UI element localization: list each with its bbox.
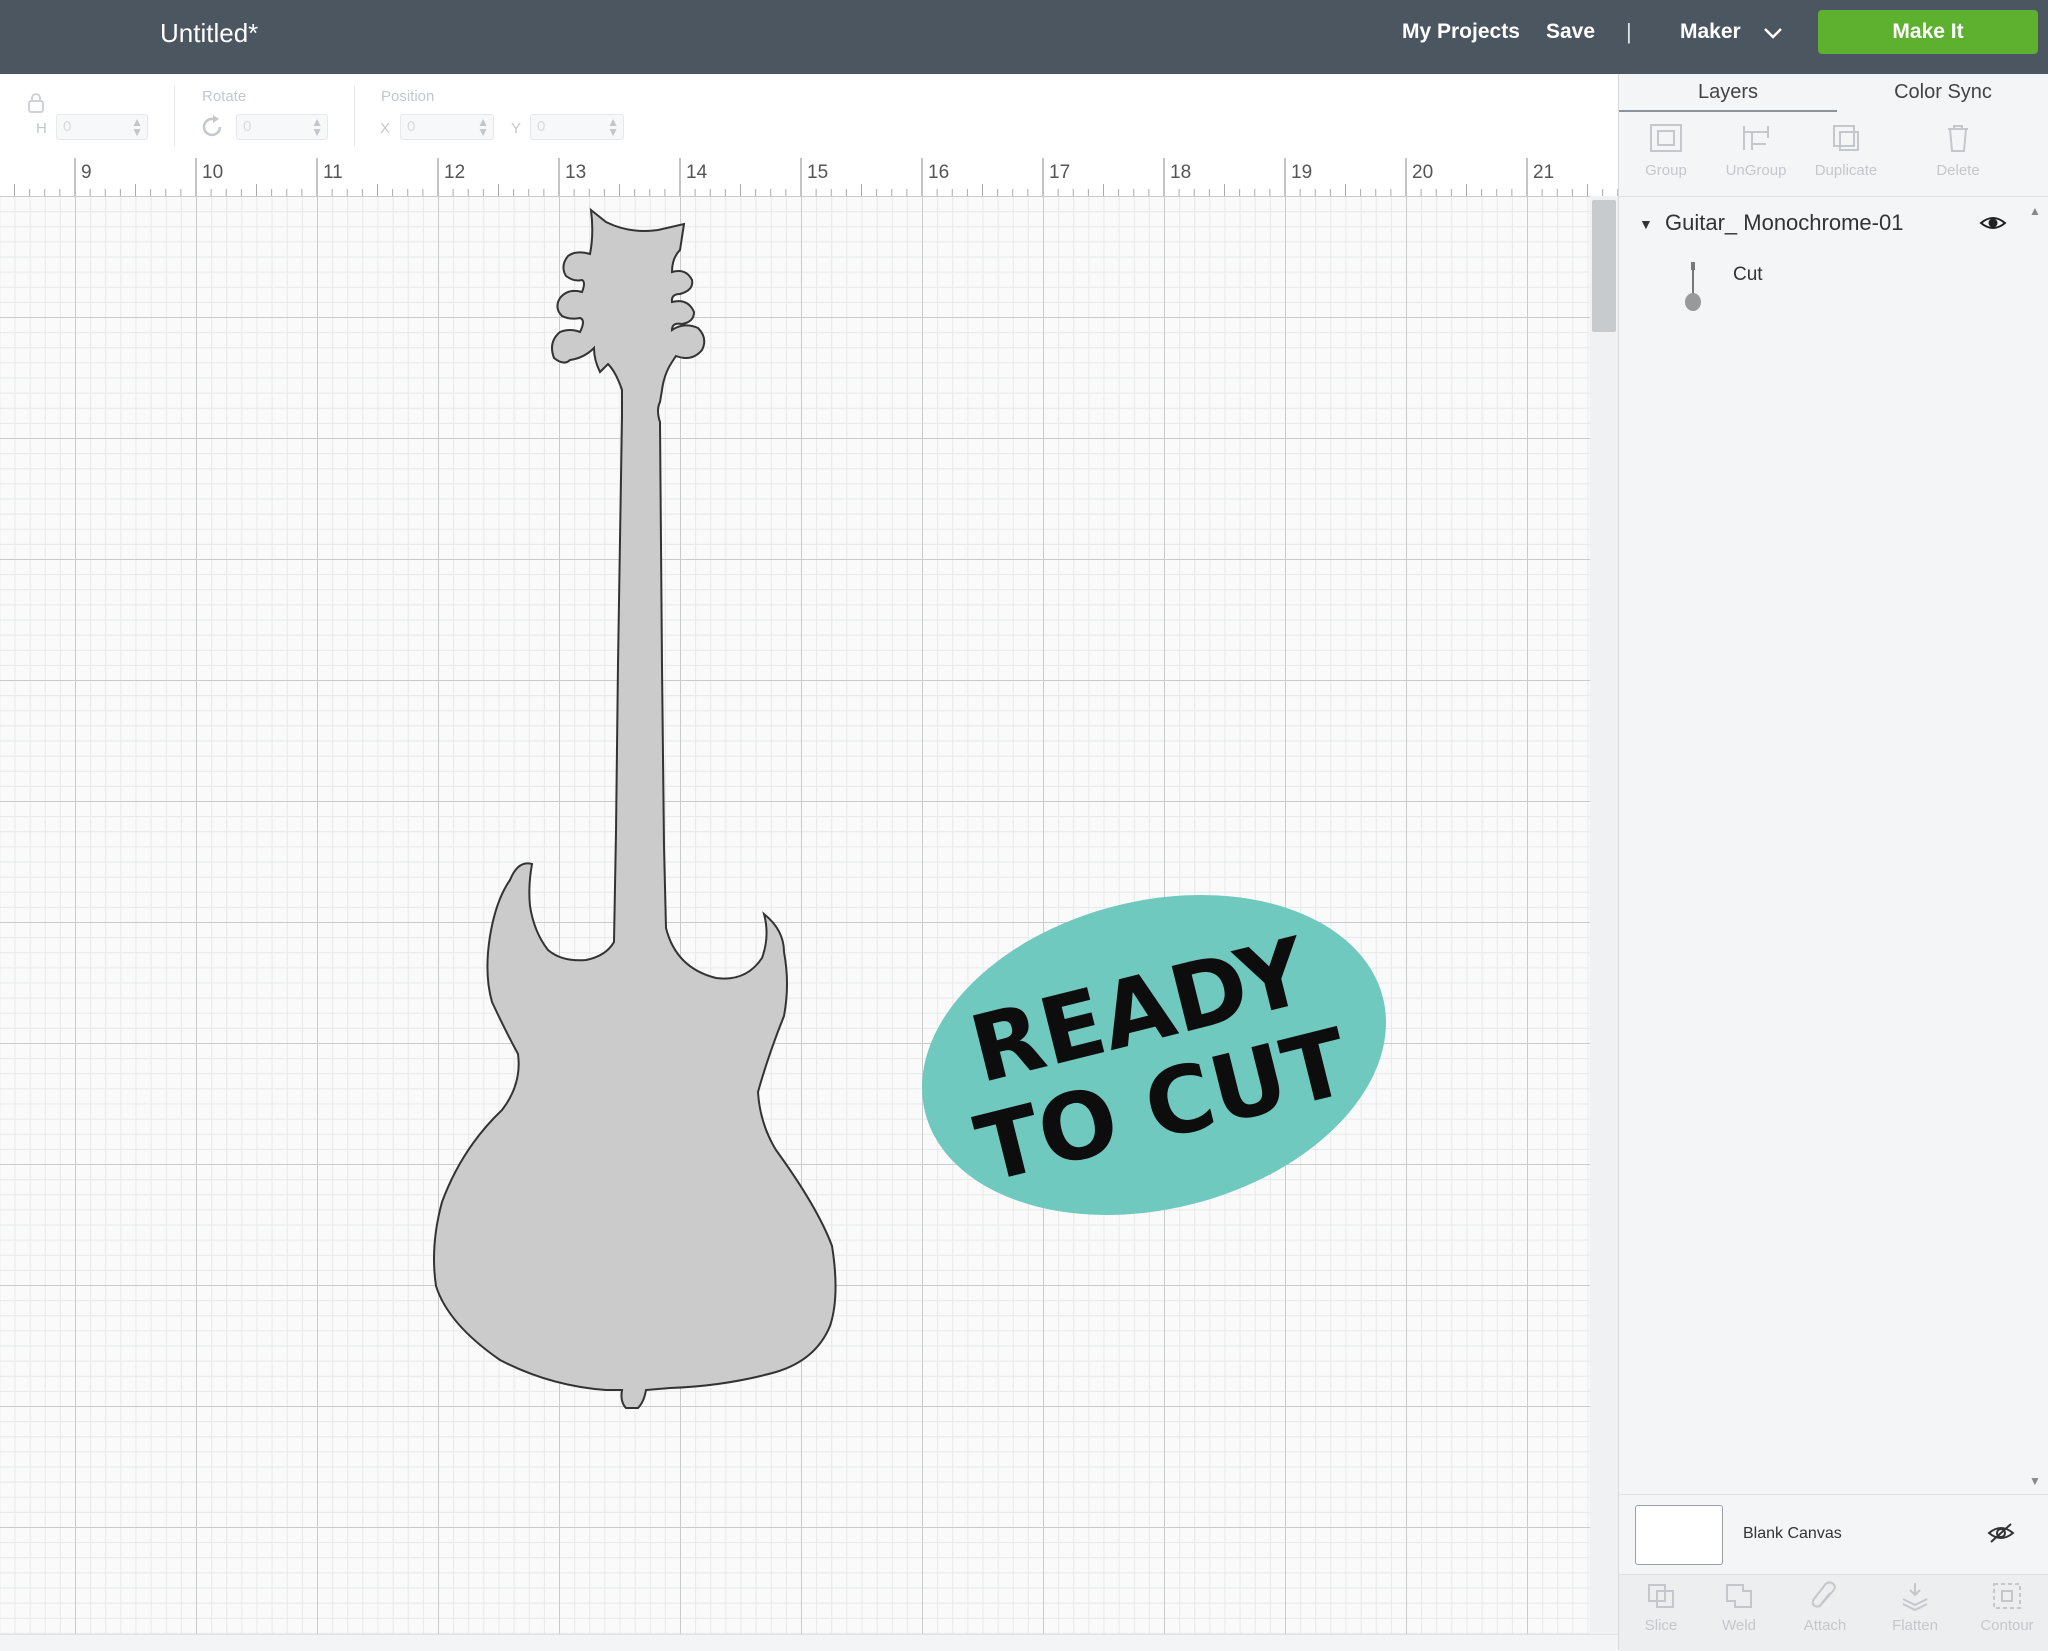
header-separator: | xyxy=(1626,19,1632,44)
group-button[interactable]: Group xyxy=(1621,116,1711,179)
ruler-number: 16 xyxy=(928,162,950,183)
layer-operation-label: Cut xyxy=(1733,264,1763,285)
toolbar-divider xyxy=(174,86,175,146)
ruler-number: 11 xyxy=(323,162,343,183)
ruler-number: 12 xyxy=(444,162,466,183)
rotate-value: 0 xyxy=(243,118,252,135)
flatten-button[interactable]: Flatten xyxy=(1873,1581,1957,1634)
layer-group-name: Guitar_ Monochrome-01 xyxy=(1665,210,1904,235)
layer-tools: Group UnGroup Duplicate Delete xyxy=(1619,112,2048,197)
layer-group-row[interactable]: ▼ Guitar_ Monochrome-01 xyxy=(1619,204,2048,250)
tab-layers[interactable]: Layers xyxy=(1619,74,1837,112)
toolbar-divider xyxy=(354,86,355,146)
ruler-number: 21 xyxy=(1533,162,1555,183)
ruler-number: 20 xyxy=(1412,162,1434,183)
ruler-number: 19 xyxy=(1291,162,1313,183)
ruler-number: 18 xyxy=(1170,162,1192,183)
duplicate-icon xyxy=(1833,125,1859,151)
make-it-button[interactable]: Make It xyxy=(1818,10,2038,54)
ruler-number: 9 xyxy=(81,162,92,183)
slice-icon xyxy=(1648,1584,1674,1608)
guitar-outline[interactable] xyxy=(433,207,837,1409)
weld-button[interactable]: Weld xyxy=(1697,1581,1781,1634)
delete-label: Delete xyxy=(1936,162,1980,179)
delete-button[interactable]: Delete xyxy=(1913,116,2003,179)
caret-down-icon[interactable]: ▼ xyxy=(1639,216,1653,232)
panel-scroll-down-icon[interactable]: ▼ xyxy=(2029,1474,2041,1488)
x-letter: X xyxy=(380,120,391,137)
save-button[interactable]: Save xyxy=(1546,20,1595,44)
ready-to-cut-badge: READY TO CUT xyxy=(921,895,1387,1215)
weld-label: Weld xyxy=(1722,1617,1756,1634)
ruler-number: 17 xyxy=(1049,162,1071,183)
ungroup-label: UnGroup xyxy=(1725,162,1787,179)
paperclip-icon xyxy=(1811,1581,1836,1608)
project-title[interactable]: Untitled* xyxy=(160,18,258,49)
contour-icon xyxy=(1993,1583,2021,1609)
position-y-input[interactable]: 0 ▲ ▼ xyxy=(530,114,624,140)
guitar-thumbnail-icon xyxy=(1685,262,1701,311)
duplicate-label: Duplicate xyxy=(1814,162,1878,179)
x-value: 0 xyxy=(407,118,416,135)
eye-icon[interactable] xyxy=(1979,212,2007,234)
height-letter: H xyxy=(36,120,47,137)
panel-scroll-up-icon[interactable]: ▲ xyxy=(2029,204,2041,218)
bottom-tools: Slice Weld Attach Flatten Contour xyxy=(1619,1574,2048,1651)
slice-label: Slice xyxy=(1644,1617,1678,1634)
weld-icon xyxy=(1726,1584,1752,1608)
eye-hidden-icon[interactable] xyxy=(1987,1521,2015,1545)
blank-canvas-row[interactable]: Blank Canvas xyxy=(1619,1494,2048,1575)
ruler-number: 10 xyxy=(202,162,224,183)
position-x-input[interactable]: 0 ▲ ▼ xyxy=(400,114,494,140)
height-value: 0 xyxy=(63,118,72,135)
layers-panel: Layers Color Sync Group UnGroup Duplicat… xyxy=(1618,74,2048,1651)
tab-color-sync[interactable]: Color Sync xyxy=(1837,74,2048,110)
height-input[interactable]: 0 ▲ ▼ xyxy=(56,114,148,140)
horizontal-ruler: 9 10 11 12 13 14 15 16 17 18 19 20 21 xyxy=(0,158,1618,197)
ruler-number: 15 xyxy=(807,162,829,183)
flatten-icon xyxy=(1902,1583,1928,1611)
group-label: Group xyxy=(1645,162,1687,179)
top-header: Untitled* My Projects Save | Maker Make … xyxy=(0,0,2048,74)
layer-item-row[interactable]: Cut xyxy=(1619,252,2048,318)
rotate-icon xyxy=(202,115,222,137)
slice-button[interactable]: Slice xyxy=(1619,1581,1703,1634)
chevron-down-icon[interactable] xyxy=(1762,22,1784,44)
canvas-scroll-thumb[interactable] xyxy=(1592,200,1616,332)
y-value: 0 xyxy=(537,118,546,135)
position-label: Position xyxy=(381,88,435,105)
flatten-label: Flatten xyxy=(1892,1617,1938,1634)
duplicate-button[interactable]: Duplicate xyxy=(1801,116,1891,179)
ruler-number: 13 xyxy=(565,162,587,183)
canvas-horizontal-scrollbar[interactable] xyxy=(0,1634,1618,1651)
ungroup-icon xyxy=(1743,126,1769,150)
guitar-shape[interactable] xyxy=(400,196,860,1436)
canvas-vertical-scrollbar[interactable] xyxy=(1590,196,1618,1634)
contour-button[interactable]: Contour xyxy=(1965,1581,2048,1634)
attach-button[interactable]: Attach xyxy=(1783,1581,1867,1634)
rotate-label: Rotate xyxy=(202,88,247,105)
lock-icon[interactable] xyxy=(26,92,46,114)
edit-toolbar: H 0 ▲ ▼ Rotate 0 ▲ ▼ Position X 0 ▲ ▼ Y 0 ▲ ▼ xyxy=(0,74,1618,159)
trash-icon xyxy=(1948,125,1968,152)
blank-canvas-swatch[interactable] xyxy=(1635,1505,1723,1565)
ruler-number: 14 xyxy=(686,162,708,183)
machine-select[interactable]: Maker xyxy=(1680,20,1741,44)
blank-canvas-label: Blank Canvas xyxy=(1743,1525,1842,1542)
contour-label: Contour xyxy=(1980,1617,2034,1634)
my-projects-link[interactable]: My Projects xyxy=(1402,20,1520,44)
ungroup-button[interactable]: UnGroup xyxy=(1711,116,1801,179)
group-icon xyxy=(1650,124,1682,152)
attach-label: Attach xyxy=(1803,1617,1847,1634)
rotate-input[interactable]: 0 ▲ ▼ xyxy=(236,114,328,140)
y-letter: Y xyxy=(511,120,522,137)
